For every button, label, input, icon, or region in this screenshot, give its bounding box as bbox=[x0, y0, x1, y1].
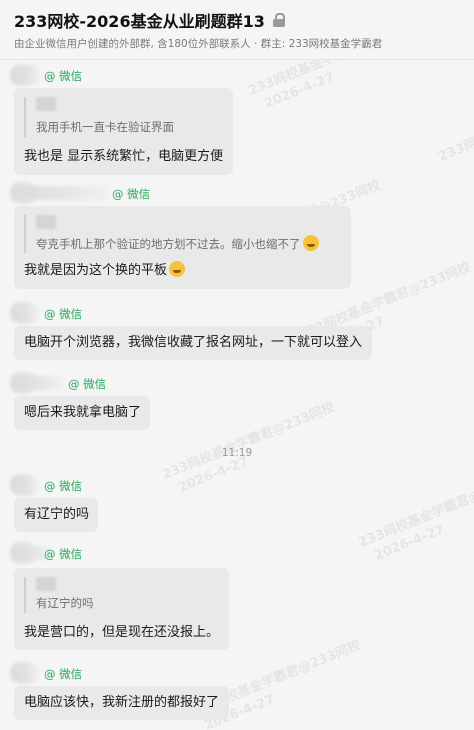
quote-text: 有辽宁的吗 bbox=[36, 596, 94, 610]
sad-face-emoji-icon bbox=[302, 235, 319, 251]
message: @ 微信 有辽宁的吗 bbox=[0, 474, 474, 532]
wechat-tag: @ 微信 bbox=[44, 307, 83, 321]
quote-block[interactable]: 夸克手机上那个验证的地方划不过去。缩小也缩不了 bbox=[24, 215, 341, 253]
message-text: 电脑开个浏览器，我微信收藏了报名网址，一下就可以登入 bbox=[24, 335, 363, 350]
message: @ 微信 有辽宁的吗 我是营口的，但是现在还没报上。 bbox=[0, 542, 474, 650]
sender-name[interactable] bbox=[22, 68, 40, 82]
message-text: 我是营口的，但是现在还没报上。 bbox=[24, 625, 220, 640]
chat-header: 233网校-2026基金从业刷题群13 由企业微信用户创建的外部群, 含180位… bbox=[0, 0, 474, 60]
message-text: 有辽宁的吗 bbox=[24, 507, 90, 522]
chat-area[interactable]: 233网校基金学霸君@233网校 2026-4-27 233网校 233网校基金… bbox=[0, 60, 474, 730]
message-bubble[interactable]: 我用手机一直卡在验证界面 我也是 显示系统繁忙，电脑更方便 bbox=[14, 88, 233, 175]
laughing-emoji-icon bbox=[169, 261, 186, 277]
wechat-tag: @ 微信 bbox=[68, 377, 107, 391]
watermark-line: 233网校基金学霸君@233网校 bbox=[160, 399, 337, 483]
message-bubble[interactable]: 有辽宁的吗 bbox=[14, 498, 98, 532]
sender-name[interactable] bbox=[22, 478, 38, 492]
message-text: 我也是 显示系统繁忙，电脑更方便 bbox=[24, 149, 224, 164]
message-bubble[interactable]: 夸克手机上那个验证的地方划不过去。缩小也缩不了 我就是因为这个换的平板 bbox=[14, 206, 351, 289]
quote-block[interactable]: 有辽宁的吗 bbox=[24, 577, 219, 613]
lock-icon bbox=[272, 13, 285, 27]
quote-sender bbox=[36, 215, 56, 229]
quote-sender bbox=[36, 577, 56, 591]
message-text-content: 我就是因为这个换的平板 bbox=[24, 263, 168, 278]
message: @ 微信 电脑应该快，我新注册的都报好了 bbox=[0, 662, 474, 720]
sender-row: @ 微信 bbox=[0, 64, 474, 86]
group-title[interactable]: 233网校-2026基金从业刷题群13 bbox=[14, 8, 265, 32]
sender-name[interactable] bbox=[22, 306, 38, 320]
wechat-tag: @ 微信 bbox=[112, 187, 151, 201]
message: @ 微信 电脑开个浏览器，我微信收藏了报名网址，一下就可以登入 bbox=[0, 302, 474, 360]
message-text: 嗯后来我就拿电脑了 bbox=[24, 405, 142, 420]
message: @ 微信 我用手机一直卡在验证界面 我也是 显示系统繁忙，电脑更方便 bbox=[0, 64, 474, 175]
title-row: 233网校-2026基金从业刷题群13 bbox=[14, 9, 285, 31]
sender-row: @ 微信 bbox=[0, 182, 474, 204]
quote-text: 我用手机一直卡在验证界面 bbox=[36, 120, 174, 134]
sender-row: @ 微信 bbox=[0, 662, 474, 684]
sender-row: @ 微信 bbox=[0, 302, 474, 324]
wechat-tag: @ 微信 bbox=[44, 479, 83, 493]
sender-name[interactable] bbox=[22, 376, 64, 390]
watermark-line: 233网校 bbox=[436, 131, 474, 165]
message-text: 我就是因为这个换的平板 bbox=[24, 259, 341, 278]
message: @ 微信 嗯后来我就拿电脑了 bbox=[0, 372, 474, 430]
quote-sender bbox=[36, 97, 56, 111]
wechat-tag: @ 微信 bbox=[44, 547, 83, 561]
wechat-tag: @ 微信 bbox=[44, 69, 83, 83]
message-bubble[interactable]: 电脑开个浏览器，我微信收藏了报名网址，一下就可以登入 bbox=[14, 326, 372, 360]
sender-row: @ 微信 bbox=[0, 372, 474, 394]
timestamp: 11:19 bbox=[221, 447, 253, 459]
sender-row: @ 微信 bbox=[0, 474, 474, 496]
quote-text: 夸克手机上那个验证的地方划不过去。缩小也缩不了 bbox=[36, 235, 341, 252]
sender-row: @ 微信 bbox=[0, 542, 474, 564]
wechat-tag: @ 微信 bbox=[44, 667, 83, 681]
sender-name[interactable] bbox=[22, 666, 38, 680]
message-bubble[interactable]: 有辽宁的吗 我是营口的，但是现在还没报上。 bbox=[14, 568, 229, 650]
quote-block[interactable]: 我用手机一直卡在验证界面 bbox=[24, 97, 223, 137]
message-text: 电脑应该快，我新注册的都报好了 bbox=[24, 695, 220, 710]
group-subtitle: 由企业微信用户创建的外部群, 含180位外部联系人 · 群主: 233网校基金学… bbox=[14, 38, 383, 50]
message-bubble[interactable]: 电脑应该快，我新注册的都报好了 bbox=[14, 686, 229, 720]
sender-name[interactable] bbox=[22, 186, 108, 200]
watermark: 233网校 bbox=[436, 130, 474, 167]
message-bubble[interactable]: 嗯后来我就拿电脑了 bbox=[14, 396, 150, 430]
message: @ 微信 夸克手机上那个验证的地方划不过去。缩小也缩不了 我就是因为这个换的平板 bbox=[0, 182, 474, 289]
quote-text-content: 夸克手机上那个验证的地方划不过去。缩小也缩不了 bbox=[36, 237, 301, 251]
